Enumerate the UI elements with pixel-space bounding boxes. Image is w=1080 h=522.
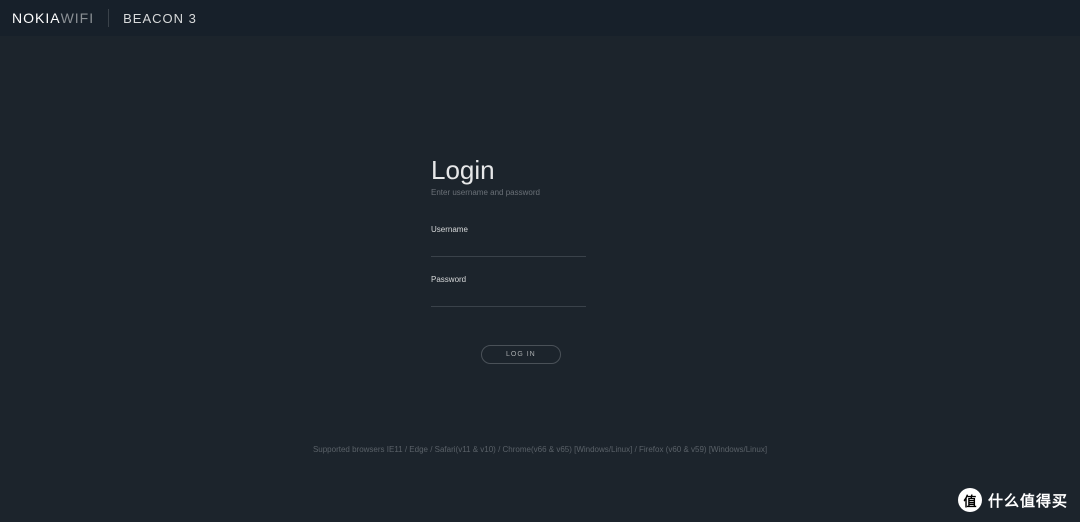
watermark-text: 什么值得买	[988, 490, 1068, 511]
brand-logo: NOKIAWIFI	[12, 10, 94, 26]
brand-name-light: WIFI	[61, 10, 95, 26]
header-bar: NOKIAWIFI BEACON 3	[0, 0, 1080, 36]
brand-name-bold: NOKIA	[12, 10, 61, 26]
login-button[interactable]: LOG IN	[481, 345, 561, 364]
username-field-group: Username	[431, 225, 586, 257]
header-divider	[108, 9, 109, 27]
login-form: Login Enter username and password Userna…	[431, 155, 631, 364]
login-subtitle: Enter username and password	[431, 188, 631, 197]
username-label: Username	[431, 225, 586, 234]
password-field-group: Password	[431, 275, 586, 307]
watermark: 值 什么值得买	[958, 488, 1068, 512]
password-input[interactable]	[431, 291, 586, 307]
username-input[interactable]	[431, 241, 586, 257]
password-label: Password	[431, 275, 586, 284]
watermark-badge-icon: 值	[958, 488, 982, 512]
product-name: BEACON 3	[123, 11, 197, 26]
login-title: Login	[431, 155, 631, 186]
footer-supported-browsers: Supported browsers IE11 / Edge / Safari(…	[0, 445, 1080, 454]
